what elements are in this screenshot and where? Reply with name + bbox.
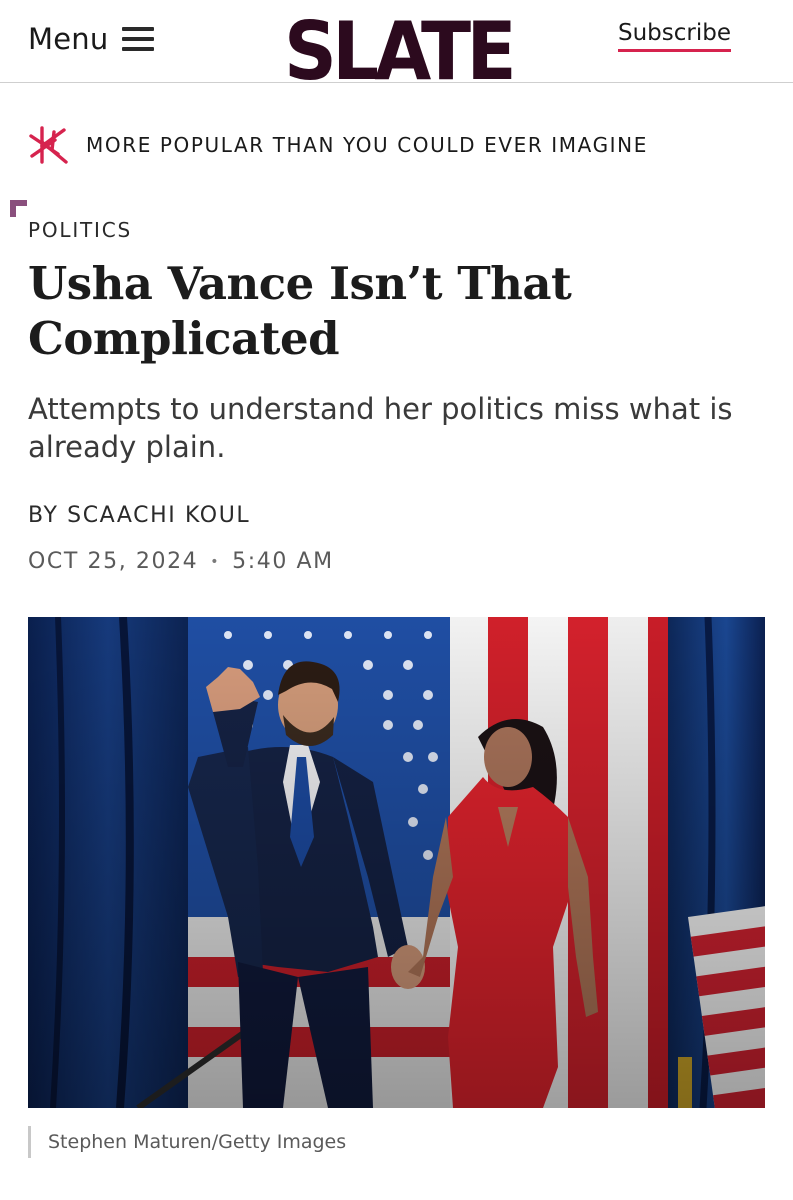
photo-caption: Stephen Maturen/Getty Images [48,1131,347,1153]
article-headline: Usha Vance Isn’t That Complicated [28,257,572,365]
subscribe-link[interactable]: Subscribe [617,20,731,52]
section-label[interactable]: POLITICS [28,218,132,242]
byline: BY SCAACHI KOUL [28,503,250,528]
menu-button[interactable]: Menu [28,22,155,56]
article-dek: Attempts to understand her politics miss… [28,392,733,464]
kicker[interactable]: MORE POPULAR THAN YOU COULD EVER IMAGINE [28,122,648,168]
kicker-text: MORE POPULAR THAN YOU COULD EVER IMAGINE [86,133,648,157]
photo-illustration [28,617,765,1108]
lead-photo[interactable] [28,617,765,1108]
brand-wordmark: SLATE [284,13,512,83]
byline-prefix: BY [28,503,59,528]
corner-mark [10,200,27,217]
publish-date: OCT 25, 2024 [28,549,199,574]
menu-label: Menu [28,22,109,56]
author-link[interactable]: SCAACHI KOUL [67,503,250,528]
slate-star-icon [29,126,68,164]
date-separator: • [210,553,221,570]
site-header: Menu SLATE Subscribe [0,0,793,83]
slate-logo[interactable]: SLATE [283,13,513,83]
dateline: OCT 25, 2024 • 5:40 AM [28,549,334,574]
hamburger-icon [122,27,155,51]
caption-rule [28,1126,31,1158]
publish-time: 5:40 AM [232,549,334,574]
